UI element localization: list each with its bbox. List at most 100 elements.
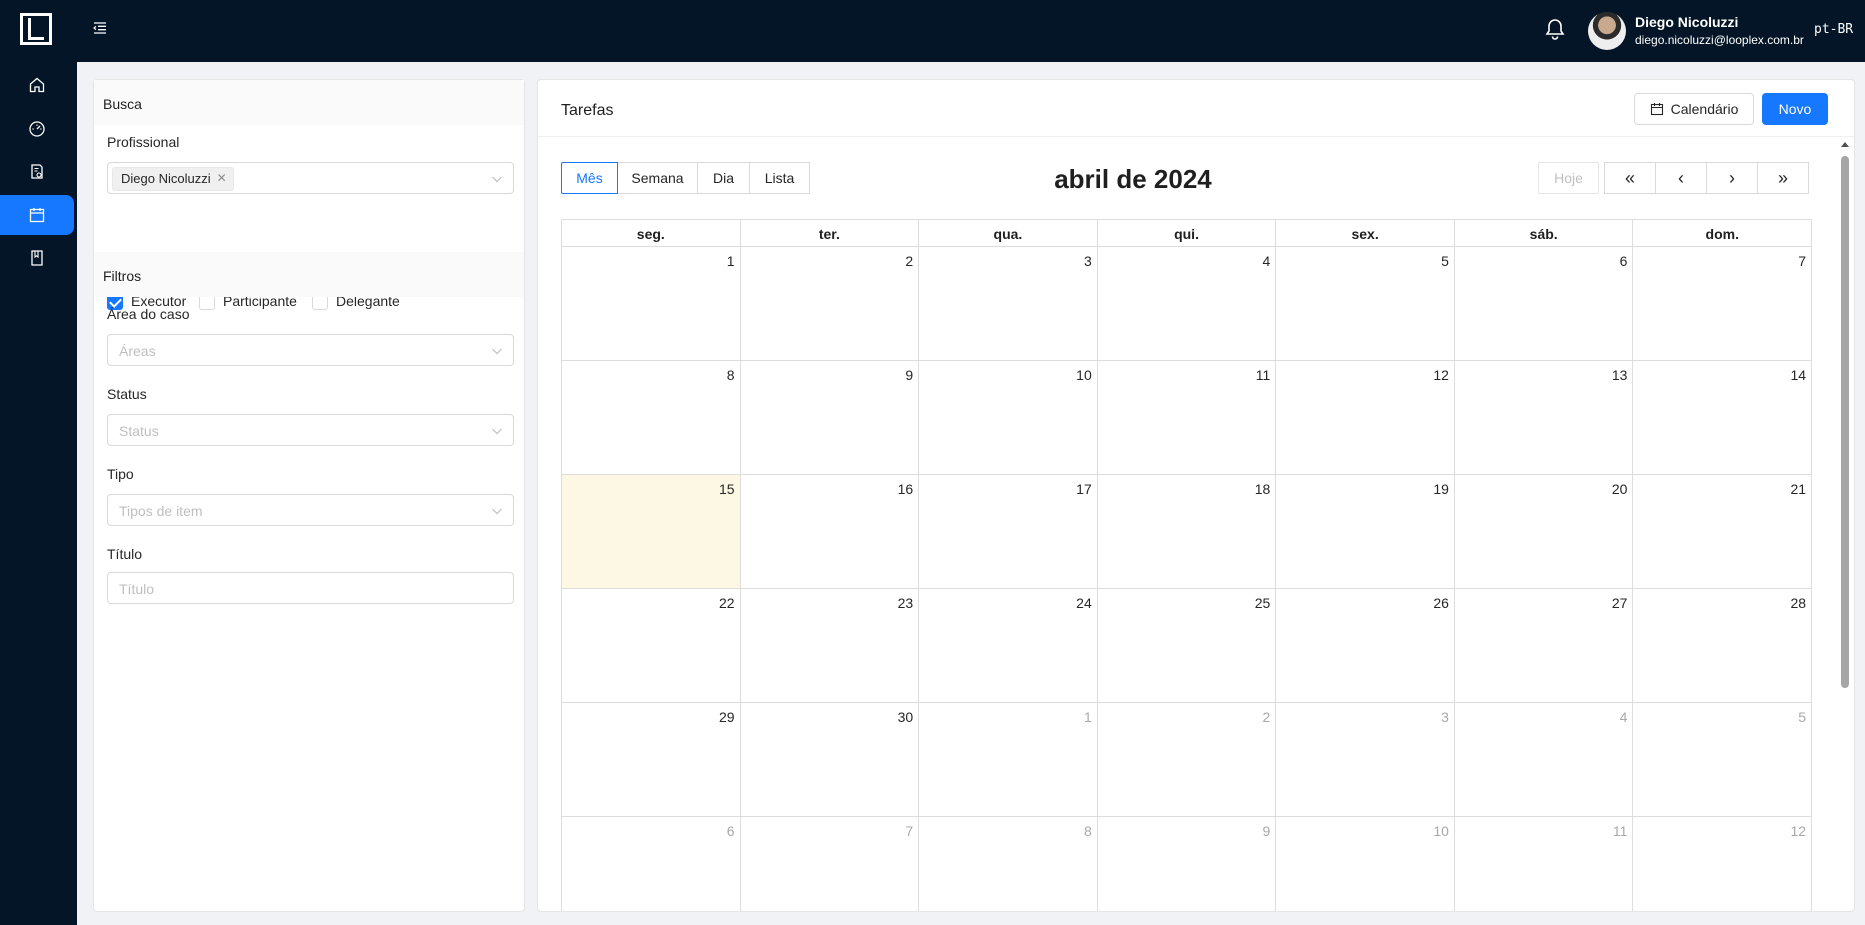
user-name[interactable]: Diego Nicoluzzi — [1635, 14, 1738, 30]
day-number[interactable]: 3 — [1084, 253, 1092, 269]
menu-toggle-icon[interactable] — [92, 20, 108, 36]
day-cell[interactable]: 10 — [919, 361, 1098, 475]
day-cell[interactable]: 19 — [1276, 475, 1455, 589]
day-cell[interactable]: 11 — [1097, 361, 1277, 475]
status-select[interactable]: Status — [107, 414, 514, 446]
day-cell[interactable]: 12 — [1276, 361, 1455, 475]
day-number[interactable]: 9 — [905, 367, 913, 383]
day-number[interactable]: 5 — [1441, 253, 1449, 269]
title-input[interactable]: Título — [107, 572, 514, 604]
day-cell[interactable]: 12 — [1633, 817, 1813, 911]
scrollbar[interactable] — [1838, 136, 1852, 911]
day-number[interactable]: 10 — [1076, 367, 1092, 383]
nav-dashboard[interactable] — [0, 109, 74, 149]
day-number[interactable]: 24 — [1076, 595, 1092, 611]
day-number[interactable]: 18 — [1255, 481, 1271, 497]
day-cell[interactable]: 5 — [1633, 703, 1813, 817]
day-cell[interactable]: 16 — [740, 475, 920, 589]
day-cell[interactable]: 5 — [1276, 247, 1455, 361]
day-number[interactable]: 7 — [905, 823, 913, 839]
day-number[interactable]: 28 — [1790, 595, 1806, 611]
day-number[interactable]: 11 — [1613, 823, 1628, 839]
day-number[interactable]: 1 — [727, 253, 735, 269]
language-selector[interactable]: pt-BR — [1814, 22, 1853, 37]
day-number[interactable]: 4 — [1263, 253, 1271, 269]
day-cell[interactable]: 2 — [740, 247, 920, 361]
day-cell[interactable]: 3 — [919, 247, 1098, 361]
day-number[interactable]: 8 — [727, 367, 735, 383]
type-select[interactable]: Tipos de item — [107, 494, 514, 526]
day-cell[interactable]: 21 — [1633, 475, 1813, 589]
today-button[interactable]: Hoje — [1538, 162, 1599, 194]
day-cell[interactable]: 6 — [1454, 247, 1634, 361]
day-cell[interactable]: 24 — [919, 589, 1098, 703]
next-year-button[interactable]: » — [1757, 162, 1809, 194]
day-number[interactable]: 6 — [727, 823, 735, 839]
app-logo[interactable] — [20, 13, 52, 45]
day-cell[interactable]: 2 — [1097, 703, 1277, 817]
day-cell[interactable]: 1 — [919, 703, 1098, 817]
day-cell[interactable]: 8 — [562, 361, 741, 475]
nav-documents[interactable] — [0, 152, 74, 192]
view-month-button[interactable]: Mês — [561, 162, 618, 194]
day-number[interactable]: 11 — [1256, 367, 1271, 383]
day-cell[interactable]: 9 — [1098, 817, 1277, 911]
day-number[interactable]: 23 — [898, 595, 914, 611]
day-number[interactable]: 22 — [719, 595, 735, 611]
remove-tag-icon[interactable]: ✕ — [217, 171, 227, 190]
day-number[interactable]: 19 — [1433, 481, 1449, 497]
area-select[interactable]: Áreas — [107, 334, 514, 366]
day-number[interactable]: 7 — [1798, 253, 1806, 269]
day-cell[interactable]: 11 — [1455, 817, 1634, 911]
day-cell[interactable]: 26 — [1276, 589, 1455, 703]
nav-home[interactable] — [0, 65, 74, 105]
calendar-button[interactable]: Calendário — [1634, 93, 1754, 125]
user-avatar[interactable] — [1588, 12, 1626, 50]
day-number[interactable]: 2 — [1263, 709, 1271, 725]
day-cell[interactable]: 7 — [1633, 247, 1813, 361]
day-number[interactable]: 26 — [1433, 595, 1449, 611]
day-number[interactable]: 9 — [1263, 823, 1271, 839]
day-cell[interactable]: 6 — [562, 817, 741, 911]
day-cell[interactable]: 29 — [562, 703, 741, 817]
day-cell[interactable]: 25 — [1097, 589, 1277, 703]
day-number[interactable]: 29 — [719, 709, 735, 725]
day-number[interactable]: 4 — [1620, 709, 1628, 725]
day-cell[interactable]: 14 — [1633, 361, 1813, 475]
day-cell[interactable]: 4 — [1454, 703, 1634, 817]
day-cell[interactable]: 28 — [1633, 589, 1813, 703]
day-cell[interactable]: 20 — [1454, 475, 1634, 589]
day-number[interactable]: 16 — [898, 481, 914, 497]
day-number[interactable]: 12 — [1790, 823, 1806, 839]
day-number[interactable]: 2 — [905, 253, 913, 269]
previous-year-button[interactable]: « — [1604, 162, 1656, 194]
new-button[interactable]: Novo — [1762, 93, 1828, 125]
day-cell[interactable]: 4 — [1097, 247, 1277, 361]
day-number[interactable]: 3 — [1441, 709, 1449, 725]
scrollbar-thumb[interactable] — [1841, 156, 1849, 688]
notification-bell-icon[interactable] — [1544, 17, 1566, 41]
day-number[interactable]: 6 — [1620, 253, 1628, 269]
day-number[interactable]: 1 — [1084, 709, 1092, 725]
day-number[interactable]: 25 — [1255, 595, 1271, 611]
previous-month-button[interactable]: ‹ — [1655, 162, 1707, 194]
day-cell[interactable]: 9 — [740, 361, 920, 475]
day-cell[interactable]: 7 — [741, 817, 920, 911]
day-number[interactable]: 5 — [1798, 709, 1806, 725]
day-number[interactable]: 10 — [1433, 823, 1449, 839]
day-number[interactable]: 13 — [1612, 367, 1628, 383]
day-cell[interactable]: 30 — [740, 703, 920, 817]
day-cell[interactable]: 3 — [1276, 703, 1455, 817]
day-cell[interactable]: 15 — [562, 475, 741, 589]
next-month-button[interactable]: › — [1706, 162, 1758, 194]
user-email[interactable]: diego.nicoluzzi@looplex.com.br — [1635, 33, 1804, 47]
professional-select[interactable]: Diego Nicoluzzi ✕ — [107, 162, 514, 194]
day-number[interactable]: 20 — [1612, 481, 1628, 497]
nav-library[interactable] — [0, 238, 74, 278]
scroll-up-arrow-icon[interactable] — [1841, 142, 1849, 147]
nav-calendar[interactable] — [0, 195, 74, 235]
day-number[interactable]: 14 — [1790, 367, 1806, 383]
day-number[interactable]: 17 — [1076, 481, 1092, 497]
day-cell[interactable]: 1 — [562, 247, 741, 361]
day-number[interactable]: 12 — [1433, 367, 1449, 383]
